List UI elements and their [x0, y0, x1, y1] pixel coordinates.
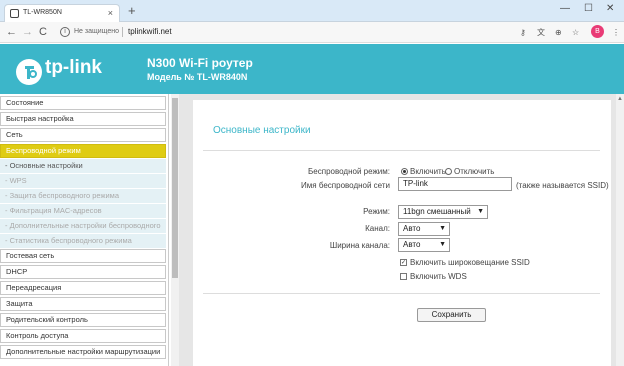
channel-select[interactable]: Авто ▼: [398, 222, 450, 236]
browser-tab[interactable]: TL-WR850N ×: [4, 4, 120, 22]
sidebar-item-forwarding[interactable]: Переадресация: [0, 281, 166, 295]
ssid-label: Имя беспроводной сети: [301, 181, 390, 190]
sidebar-item-network[interactable]: Сеть: [0, 128, 166, 142]
sidebar-subitem-advanced-wireless[interactable]: - Дополнительные настройки беспроводного: [0, 219, 166, 233]
sidebar-item-guest-network[interactable]: Гостевая сеть: [0, 249, 166, 263]
brand-logo-text: tp-link: [45, 57, 102, 78]
channel-width-select-value: Авто: [403, 240, 421, 249]
sidebar: Состояние Быстрая настройка Сеть Беспров…: [0, 94, 169, 366]
mode-label: Режим:: [363, 207, 390, 216]
security-status: Не защищено: [74, 28, 119, 35]
avatar[interactable]: В: [591, 25, 604, 38]
reload-button[interactable]: C: [39, 25, 47, 39]
address-bar[interactable]: i Не защищено tplinkwifi.net: [56, 25, 526, 40]
router-title: N300 Wi-Fi роутер: [147, 56, 253, 70]
sidebar-scrollbar[interactable]: [171, 94, 179, 366]
info-icon[interactable]: i: [60, 27, 70, 37]
sidebar-item-quick-setup[interactable]: Быстрая настройка: [0, 112, 166, 126]
maximize-button[interactable]: ☐: [584, 3, 593, 14]
sidebar-item-wireless[interactable]: Беспроводной режим: [0, 144, 166, 158]
address-toolbar: ← → C i Не защищено tplinkwifi.net ⚷ 文 ⊕…: [0, 22, 624, 43]
sidebar-item-advanced-routing[interactable]: Дополнительные настройки маршрутизации: [0, 345, 166, 359]
wireless-off-radio[interactable]: [445, 168, 452, 175]
sidebar-item-parental-control[interactable]: Родительский контроль: [0, 313, 166, 327]
minimize-button[interactable]: —: [560, 3, 570, 14]
divider: [203, 150, 600, 151]
star-icon[interactable]: ☆: [572, 28, 579, 38]
sidebar-subitem-wireless-stats[interactable]: - Статистика беспроводного режима: [0, 234, 166, 248]
url-text[interactable]: tplinkwifi.net: [128, 27, 172, 36]
page-icon: [10, 9, 19, 18]
sidebar-item-access-control[interactable]: Контроль доступа: [0, 329, 166, 343]
tp-link-logo-icon: [16, 59, 42, 85]
ssid-input[interactable]: TP-link: [398, 177, 512, 191]
sidebar-subitem-basic-settings[interactable]: - Основные настройки: [0, 159, 166, 173]
tab-close-icon[interactable]: ×: [108, 8, 113, 18]
sidebar-subitem-wireless-security[interactable]: - Защита беспроводного режима: [0, 189, 166, 203]
save-button[interactable]: Сохранить: [417, 308, 486, 322]
sidebar-item-status[interactable]: Состояние: [0, 96, 166, 110]
wireless-on-label: Включить: [410, 167, 446, 176]
router-model: Модель № TL-WR840N: [147, 72, 248, 82]
ssid-broadcast-label: Включить широковещание SSID: [410, 258, 530, 267]
forward-button[interactable]: →: [22, 25, 33, 39]
sidebar-subitem-wps[interactable]: - WPS: [0, 174, 166, 188]
sidebar-item-dhcp[interactable]: DHCP: [0, 265, 166, 279]
wireless-off-label: Отключить: [454, 167, 495, 176]
close-window-button[interactable]: ✕: [606, 3, 614, 14]
browser-tab-bar: TL-WR850N × + — ☐ ✕: [0, 0, 624, 22]
divider: [203, 293, 600, 294]
wds-checkbox[interactable]: [400, 273, 407, 280]
channel-width-select[interactable]: Авто ▼: [398, 238, 450, 252]
router-header: tp-link N300 Wi-Fi роутер Модель № TL-WR…: [0, 44, 624, 94]
mode-select[interactable]: 11bgn смешанный ▼: [398, 205, 488, 219]
sidebar-item-security[interactable]: Защита: [0, 297, 166, 311]
chevron-down-icon: ▼: [477, 208, 484, 215]
chevron-down-icon: ▼: [439, 241, 446, 248]
ssid-hint: (также называется SSID): [516, 181, 609, 190]
new-tab-button[interactable]: +: [128, 4, 136, 18]
channel-label: Канал:: [365, 224, 390, 233]
menu-icon[interactable]: ⋮: [612, 28, 620, 38]
translate-icon[interactable]: 文: [537, 28, 545, 38]
tab-title: TL-WR850N: [23, 9, 62, 16]
section-title: Основные настройки: [213, 125, 311, 136]
chevron-down-icon: ▼: [439, 225, 446, 232]
channel-select-value: Авто: [403, 224, 421, 233]
mode-select-value: 11bgn смешанный: [403, 207, 471, 216]
ssid-broadcast-checkbox[interactable]: ✓: [400, 259, 407, 266]
back-button[interactable]: ←: [6, 25, 17, 39]
main-scrollbar[interactable]: ▲: [616, 94, 624, 366]
zoom-icon[interactable]: ⊕: [555, 28, 562, 38]
scroll-up-icon[interactable]: ▲: [617, 96, 623, 102]
wireless-on-radio[interactable]: [401, 168, 408, 175]
divider: [122, 27, 123, 37]
sidebar-subitem-mac-filtering[interactable]: - Фильтрация MAC-адресов: [0, 204, 166, 218]
channel-width-label: Ширина канала:: [329, 241, 390, 250]
sidebar-scrollbar-thumb[interactable]: [172, 98, 178, 278]
wds-label: Включить WDS: [410, 272, 467, 281]
key-icon[interactable]: ⚷: [520, 28, 526, 38]
wireless-mode-label: Беспроводной режим:: [308, 167, 390, 176]
